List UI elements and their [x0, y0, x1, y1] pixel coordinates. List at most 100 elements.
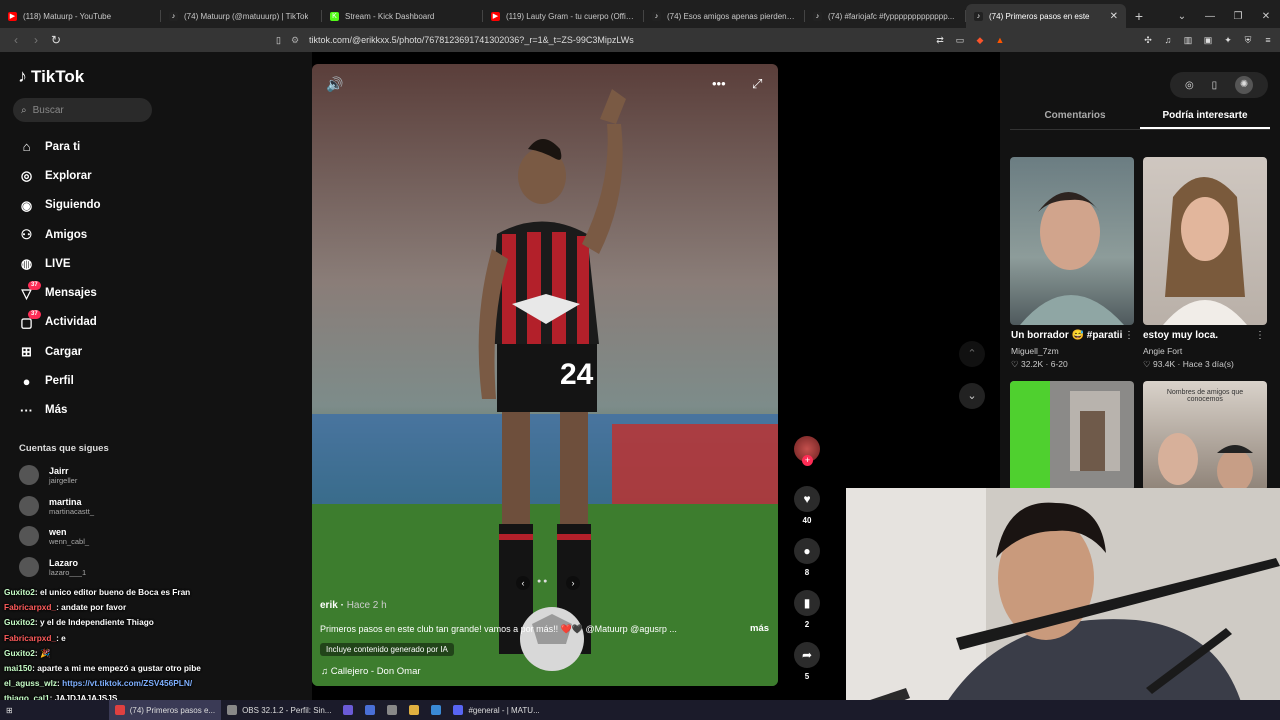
chat-link[interactable]: https://vt.tiktok.com/ZSV456PLN/: [62, 678, 192, 688]
fullscreen-icon[interactable]: ⤢: [752, 76, 762, 92]
sidebar-item-mensajes[interactable]: ▽ 37 Mensajes: [18, 278, 218, 307]
tab-search-icon[interactable]: ⌄: [1168, 11, 1196, 22]
sidebar-item-más[interactable]: ··· Más: [18, 396, 218, 425]
menu-icon[interactable]: ≡: [1262, 34, 1274, 46]
browser-tab[interactable]: ▶ (118) Matuurp - YouTube: [0, 4, 160, 28]
following-account[interactable]: martina martinacastt_: [19, 496, 94, 516]
share-button[interactable]: ➦ 5: [791, 642, 823, 681]
taskbar-item[interactable]: [381, 700, 403, 720]
next-video-button[interactable]: ⌄: [959, 383, 985, 409]
start-icon[interactable]: ⊞: [0, 700, 19, 720]
sidebar-item-explorar[interactable]: ◎ Explorar: [18, 161, 218, 190]
sidebar-item-label: Siguiendo: [45, 199, 101, 212]
suggested-thumb-3[interactable]: [1010, 381, 1134, 491]
tiktok-logo[interactable]: ♪ TikTok: [18, 66, 84, 87]
mini-player-icon[interactable]: ◎: [1185, 80, 1194, 91]
taskbar-item[interactable]: [403, 700, 425, 720]
caption-more-button[interactable]: más: [750, 623, 769, 634]
following-account[interactable]: wen wenn_cabl_: [19, 526, 89, 546]
suggested-more-icon-0[interactable]: ⋮: [1124, 330, 1134, 341]
tab-suggested[interactable]: Podría interesarte: [1140, 104, 1270, 129]
browser-tab[interactable]: ▶ (119) Lauty Gram - tu cuerpo (Offic...: [483, 4, 643, 28]
prev-video-button[interactable]: ⌃: [959, 341, 985, 367]
cast-icon[interactable]: ▭: [954, 34, 966, 46]
new-tab-button[interactable]: +: [1126, 4, 1152, 28]
browser-tab[interactable]: K Stream - Kick Dashboard: [322, 4, 482, 28]
url-field[interactable]: ▯ ⚙ tiktok.com/@erikkxx.5/photo/76781236…: [276, 35, 634, 46]
maximize-icon[interactable]: ❐: [1224, 11, 1252, 22]
more-options-icon[interactable]: •••: [712, 76, 726, 91]
volume-icon[interactable]: 🔊: [326, 76, 343, 93]
puzzle-icon[interactable]: ✣: [1142, 34, 1154, 46]
webcam-feed: [846, 488, 1280, 720]
following-account[interactable]: Jairr jairgeller: [19, 465, 77, 485]
bookmark-icon[interactable]: ▯: [276, 35, 281, 46]
wallet-icon[interactable]: ▣: [1202, 34, 1214, 46]
translate-icon[interactable]: ⇄: [934, 34, 946, 46]
brave-rewards-icon[interactable]: ▲: [994, 34, 1006, 46]
suggested-thumb-4[interactable]: Nombres de amigos que conocemos: [1143, 381, 1267, 491]
taskbar-item[interactable]: [337, 700, 359, 720]
effects-icon[interactable]: ✺: [1235, 76, 1254, 94]
search-input[interactable]: [32, 104, 133, 116]
suggested-more-icon-1[interactable]: ⋮: [1255, 330, 1265, 341]
suggested-stats-2: ♡ 93.4K · Hace 3 día(s): [1143, 359, 1234, 369]
tab-comments[interactable]: Comentarios: [1010, 104, 1140, 129]
follow-plus-icon[interactable]: +: [802, 455, 813, 466]
browser-tab[interactable]: ♪ (74) Primeros pasos en este ✕: [966, 4, 1126, 28]
sidebar-item-label: Cargar: [45, 345, 83, 358]
sidebar-toggle-icon[interactable]: ▥: [1182, 34, 1194, 46]
taskbar-item[interactable]: OBS 32.1.2 - Perfil: Sin...: [221, 700, 337, 720]
following-account[interactable]: Lazaro lazaro___1: [19, 557, 86, 577]
suggested-thumb-1[interactable]: [1010, 157, 1134, 325]
brave-shield-icon[interactable]: ◆: [974, 34, 986, 46]
site-info-icon[interactable]: ⚙: [291, 35, 299, 46]
save-button[interactable]: ▮ 2: [791, 590, 823, 629]
leo-icon[interactable]: ✦: [1222, 34, 1234, 46]
friends-icon: ⚇: [20, 227, 33, 243]
sidebar-item-perfil[interactable]: ● Perfil: [18, 366, 218, 395]
minimize-icon[interactable]: —: [1196, 11, 1224, 22]
sidebar-item-amigos[interactable]: ⚇ Amigos: [18, 220, 218, 249]
tab-close-icon[interactable]: ✕: [1106, 11, 1118, 22]
browser-tab[interactable]: ♪ (74) Matuurp (@matuuurp) | TikTok: [161, 4, 321, 28]
comment-count: 8: [804, 568, 810, 577]
like-button[interactable]: ♥ 40: [791, 486, 823, 525]
taskbar-item-label: (74) Primeros pasos e...: [129, 705, 216, 715]
forward-icon[interactable]: ›: [26, 33, 46, 47]
suggested-stats-1-text: 32.2K · 6-20: [1020, 359, 1068, 369]
suggested-author-2[interactable]: Angie Fort: [1143, 346, 1182, 356]
creator-avatar-button[interactable]: +: [791, 436, 823, 466]
close-window-icon[interactable]: ✕: [1252, 11, 1280, 22]
author-name[interactable]: erik: [320, 600, 338, 611]
taskbar-item[interactable]: [425, 700, 447, 720]
taskbar-item[interactable]: [359, 700, 381, 720]
suggested-author-1[interactable]: Miguell_7zm: [1011, 346, 1059, 356]
taskbar-item[interactable]: #general - | MATU...: [447, 700, 545, 720]
account-text: wen wenn_cabl_: [49, 527, 89, 546]
comment-button[interactable]: ● 8: [791, 538, 823, 577]
suggested-overlay-4: Nombres de amigos que conocemos: [1166, 389, 1244, 403]
taskbar-item[interactable]: (74) Primeros pasos e...: [108, 700, 222, 720]
browser-tab[interactable]: ♪ (74) Esos amigos apenas pierden la ...: [644, 4, 804, 28]
prev-photo-icon[interactable]: ‹: [516, 576, 530, 590]
back-icon[interactable]: ‹: [6, 33, 26, 47]
suggested-caption-1[interactable]: Un borrador 😅 #paratii: [1011, 330, 1122, 341]
suggested-caption-2[interactable]: estoy muy loca.: [1143, 330, 1218, 341]
music-link[interactable]: ♫ Callejero - Don Omar: [321, 666, 421, 677]
video-player[interactable]: 24 🔊 ••• ⤢ ‹ › ● ●: [312, 64, 778, 686]
suggested-thumb-2[interactable]: [1143, 157, 1267, 325]
carousel-dots: ● ●: [537, 578, 548, 585]
sidebar-item-actividad[interactable]: ▢ 37 Actividad: [18, 308, 218, 337]
next-photo-icon[interactable]: ›: [566, 576, 580, 590]
reload-icon[interactable]: ↻: [46, 33, 66, 47]
music-icon[interactable]: ♫: [1162, 34, 1174, 46]
phone-icon[interactable]: ▯: [1212, 80, 1218, 91]
sidebar-item-cargar[interactable]: ⊞ Cargar: [18, 337, 218, 366]
home-icon: ⌂: [22, 139, 31, 155]
vpn-icon[interactable]: ⛨: [1242, 34, 1254, 46]
sidebar-item-live[interactable]: ◍ LIVE: [18, 249, 218, 278]
sidebar-item-siguiendo[interactable]: ◉ Siguiendo: [18, 191, 218, 220]
sidebar-item-para-ti[interactable]: ⌂ Para ti: [18, 132, 218, 161]
browser-tab[interactable]: ♪ (74) #fariojafc #fyppppppppppppp...: [805, 4, 965, 28]
